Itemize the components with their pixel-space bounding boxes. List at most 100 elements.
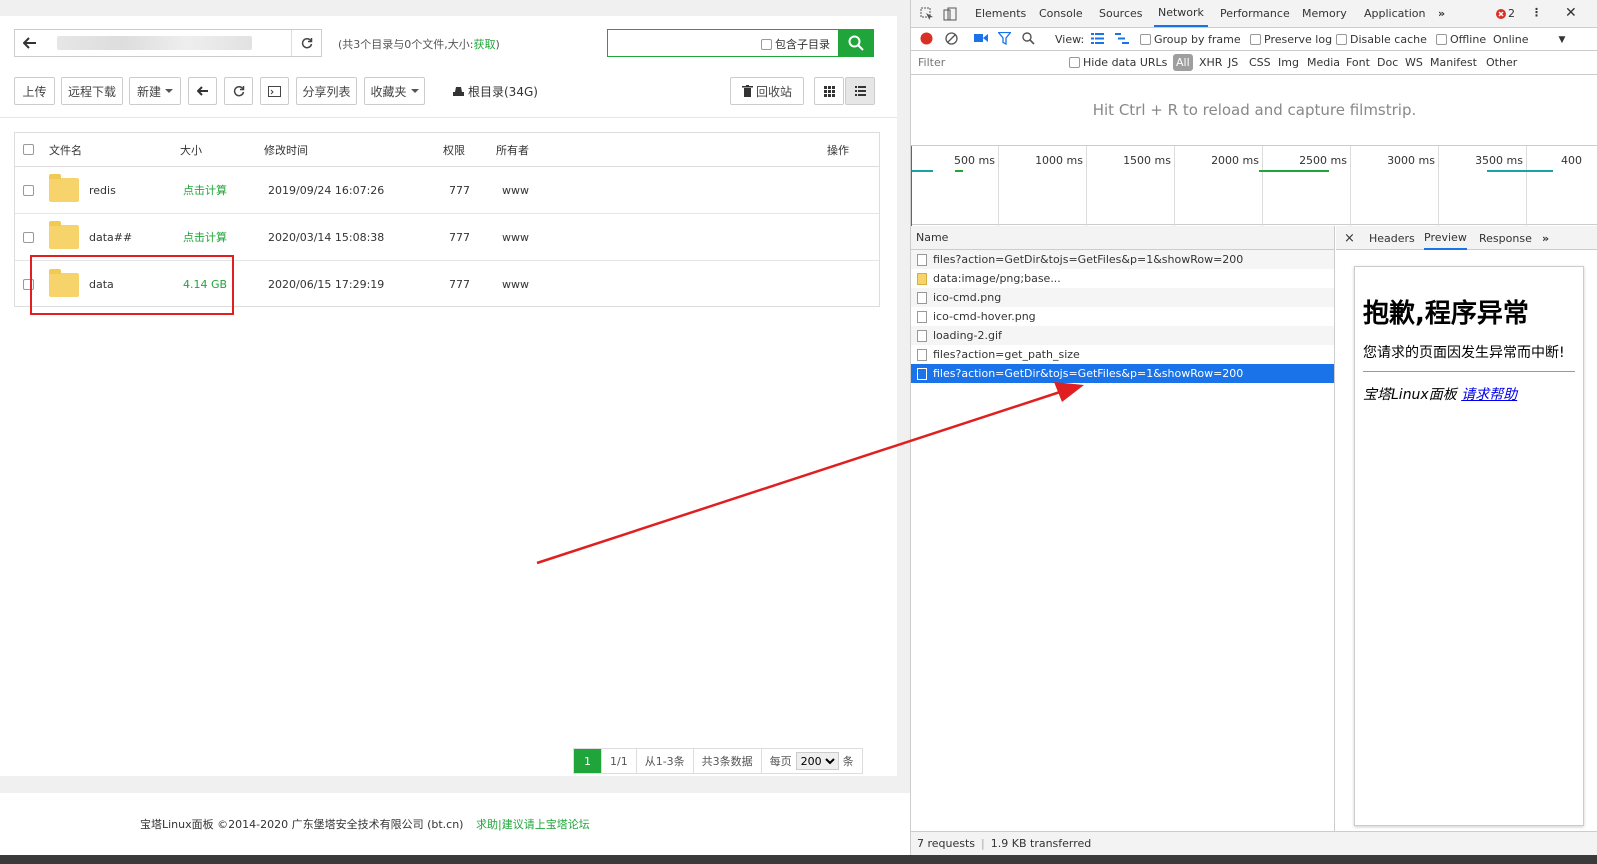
file-perm[interactable]: 777 xyxy=(449,184,470,197)
search-input[interactable]: 包含子目录 xyxy=(607,29,839,57)
file-name[interactable]: redis xyxy=(89,184,116,197)
filter-type-other[interactable]: Other xyxy=(1486,56,1517,69)
filter-type-all[interactable]: All xyxy=(1173,54,1193,71)
per-page-select[interactable]: 200 xyxy=(795,752,839,770)
tab-elements[interactable]: Elements xyxy=(975,0,1026,27)
path-input[interactable] xyxy=(14,29,322,57)
upload-button[interactable]: 上传 xyxy=(14,77,55,105)
kebab-menu-icon[interactable]: ⋮ xyxy=(1531,6,1542,19)
request-row[interactable]: files?action=get_path_size xyxy=(911,345,1334,364)
filter-type-js[interactable]: JS xyxy=(1228,56,1238,69)
disable-cache-option[interactable]: Disable cache xyxy=(1336,33,1427,46)
preserve-log-option[interactable]: Preserve log xyxy=(1250,33,1332,46)
file-owner[interactable]: www xyxy=(502,278,529,291)
file-perm[interactable]: 777 xyxy=(449,278,470,291)
select-all-checkbox[interactable] xyxy=(23,144,34,155)
requests-header[interactable]: Name xyxy=(911,226,1334,250)
filter-type-img[interactable]: Img xyxy=(1278,56,1299,69)
request-row[interactable]: data:image/png;base... xyxy=(911,269,1334,288)
row-checkbox[interactable] xyxy=(23,184,34,196)
group-by-frame-checkbox[interactable] xyxy=(1140,34,1151,45)
terminal-button[interactable] xyxy=(260,77,289,105)
remote-download-button[interactable]: 远程下载 xyxy=(61,77,123,105)
footer-help-link[interactable]: 求助|建议请上宝塔论坛 xyxy=(476,816,590,832)
share-list-button[interactable]: 分享列表 xyxy=(296,77,357,105)
offline-option[interactable]: Offline xyxy=(1436,33,1486,46)
filter-type-font[interactable]: Font xyxy=(1346,56,1370,69)
root-dir-link[interactable]: 根目录(34G) xyxy=(452,83,538,100)
new-button[interactable]: 新建 xyxy=(129,77,181,105)
file-owner[interactable]: www xyxy=(502,184,529,197)
filter-type-css[interactable]: CSS xyxy=(1249,56,1271,69)
include-subdir-option[interactable]: 包含子目录 xyxy=(761,36,830,52)
get-size-link[interactable]: 获取 xyxy=(474,38,496,51)
hide-data-urls-checkbox[interactable] xyxy=(1069,57,1080,68)
disable-cache-checkbox[interactable] xyxy=(1336,34,1347,45)
request-row[interactable]: ico-cmd-hover.png xyxy=(911,307,1334,326)
favorites-button[interactable]: 收藏夹 xyxy=(364,77,425,105)
error-counter[interactable]: 2 xyxy=(1496,7,1515,20)
request-row[interactable]: files?action=GetDir&tojs=GetFiles&p=1&sh… xyxy=(911,250,1334,269)
network-overview-timeline[interactable]: 500 ms 1000 ms 1500 ms 2000 ms 2500 ms 3… xyxy=(911,145,1597,226)
tab-sources[interactable]: Sources xyxy=(1099,0,1143,27)
list-view-button[interactable] xyxy=(845,77,875,105)
tab-memory[interactable]: Memory xyxy=(1302,0,1347,27)
hide-data-urls-option[interactable]: Hide data URLs xyxy=(1069,56,1167,69)
tab-application[interactable]: Application xyxy=(1364,0,1425,27)
file-name[interactable]: data## xyxy=(89,231,132,244)
grid-view-button[interactable] xyxy=(814,77,844,105)
filter-input[interactable] xyxy=(915,54,1063,71)
preserve-log-checkbox[interactable] xyxy=(1250,34,1261,45)
back-button[interactable] xyxy=(188,77,217,105)
preview-help-link[interactable]: 请求帮助 xyxy=(1461,387,1517,403)
per-page-control: 每页 200 条 xyxy=(762,749,862,773)
group-by-frame-option[interactable]: Group by frame xyxy=(1140,33,1241,46)
more-tabs-chevron-icon[interactable]: » xyxy=(1438,0,1445,27)
request-row-selected[interactable]: files?action=GetDir&tojs=GetFiles&p=1&sh… xyxy=(911,364,1334,383)
search-button[interactable] xyxy=(838,29,874,57)
include-subdir-checkbox[interactable] xyxy=(761,38,772,50)
filter-type-xhr[interactable]: XHR xyxy=(1199,56,1222,69)
refresh-button[interactable] xyxy=(224,77,253,105)
request-row[interactable]: loading-2.gif xyxy=(911,326,1334,345)
close-detail-icon[interactable]: × xyxy=(1344,226,1355,250)
calc-size-link[interactable]: 点击计算 xyxy=(183,182,227,198)
throttling-select[interactable]: Online ▼ xyxy=(1493,33,1565,46)
more-detail-tabs-chevron-icon[interactable]: » xyxy=(1542,226,1549,250)
detail-tab-headers[interactable]: Headers xyxy=(1369,226,1415,250)
tab-performance[interactable]: Performance xyxy=(1220,0,1290,27)
page-current[interactable]: 1 xyxy=(574,749,602,773)
capture-screenshots-button[interactable] xyxy=(974,33,988,43)
clear-button[interactable] xyxy=(945,32,958,45)
window-bottom-edge xyxy=(0,855,1597,864)
search-button[interactable] xyxy=(1022,32,1035,45)
filter-type-doc[interactable]: Doc xyxy=(1377,56,1398,69)
timeline-tick-label: 3500 ms xyxy=(1475,154,1523,167)
row-checkbox[interactable] xyxy=(23,231,34,243)
offline-checkbox[interactable] xyxy=(1436,34,1447,45)
record-button[interactable] xyxy=(920,32,933,45)
calc-size-link[interactable]: 点击计算 xyxy=(183,229,227,245)
filter-type-media[interactable]: Media xyxy=(1307,56,1340,69)
table-row[interactable]: data## 点击计算 2020/03/14 15:08:38 777 www xyxy=(15,214,879,261)
filter-toggle-button[interactable] xyxy=(998,32,1011,45)
recycle-bin-button[interactable]: 回收站 xyxy=(730,77,804,105)
file-owner[interactable]: www xyxy=(502,231,529,244)
request-row[interactable]: ico-cmd.png xyxy=(911,288,1334,307)
inspect-element-button[interactable] xyxy=(920,7,934,21)
filter-type-manifest[interactable]: Manifest xyxy=(1430,56,1477,69)
tab-console[interactable]: Console xyxy=(1039,0,1083,27)
waterfall-overview-button[interactable] xyxy=(1115,33,1129,44)
device-toolbar-button[interactable] xyxy=(943,7,957,21)
table-row[interactable]: redis 点击计算 2019/09/24 16:07:26 777 www xyxy=(15,167,879,214)
file-perm[interactable]: 777 xyxy=(449,231,470,244)
close-devtools-icon[interactable]: ✕ xyxy=(1565,5,1577,21)
col-name-header[interactable]: 文件名 xyxy=(49,133,88,166)
path-refresh-button[interactable] xyxy=(291,30,321,56)
filter-type-ws[interactable]: WS xyxy=(1405,56,1423,69)
path-back-button[interactable] xyxy=(15,30,45,56)
detail-tab-response[interactable]: Response xyxy=(1479,226,1532,250)
tab-network[interactable]: Network xyxy=(1154,0,1208,27)
detail-tab-preview[interactable]: Preview xyxy=(1424,226,1467,250)
large-rows-button[interactable] xyxy=(1091,33,1104,44)
